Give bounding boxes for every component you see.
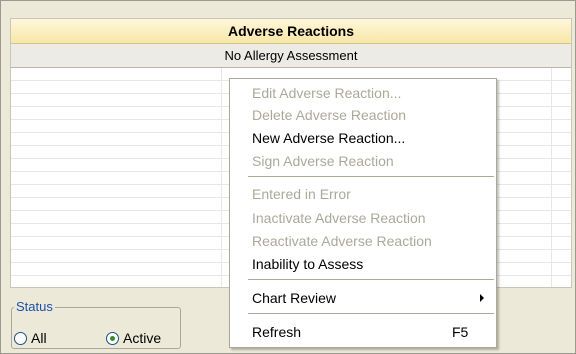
status-group-label: Status [14,299,55,314]
status-active-radio[interactable]: Active [106,330,161,346]
radio-checked-icon [106,331,119,345]
menu-separator [248,279,494,280]
menu-item-edit-adverse-reaction[interactable]: Edit Adverse Reaction... [252,85,401,101]
menu-item-reactivate-adverse-reaction[interactable]: Reactivate Adverse Reaction [252,233,432,249]
menu-item-new-adverse-reaction[interactable]: New Adverse Reaction... [252,130,405,146]
menu-item-inability-to-assess[interactable]: Inability to Assess [252,256,363,272]
grid-column-divider [551,68,552,287]
context-menu: Edit Adverse Reaction... Delete Adverse … [229,78,497,348]
panel-title: Adverse Reactions [11,19,571,44]
menu-item-chart-review[interactable]: Chart Review [252,290,336,306]
status-all-radio[interactable]: All [14,330,47,346]
status-active-label: Active [123,330,162,346]
status-all-label: All [31,330,47,346]
submenu-arrow-icon [480,294,484,302]
grid-column-divider [221,68,222,287]
menu-item-inactivate-adverse-reaction[interactable]: Inactivate Adverse Reaction [252,210,426,226]
menu-item-delete-adverse-reaction[interactable]: Delete Adverse Reaction [252,107,406,123]
radio-unchecked-icon [14,331,27,345]
menu-item-sign-adverse-reaction[interactable]: Sign Adverse Reaction [252,153,394,169]
refresh-shortcut: F5 [452,324,469,340]
menu-separator [248,176,494,177]
menu-separator [248,313,494,314]
menu-item-refresh[interactable]: Refresh [252,324,301,340]
allergy-assessment-banner[interactable]: No Allergy Assessment [11,44,571,68]
menu-item-entered-in-error[interactable]: Entered in Error [252,186,351,202]
